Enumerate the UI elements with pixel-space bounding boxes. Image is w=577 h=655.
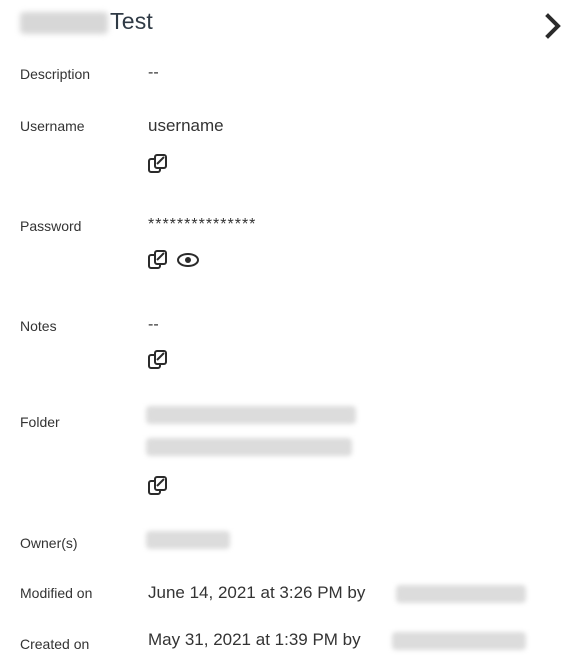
page-title: Test bbox=[110, 8, 153, 34]
chevron-right-icon[interactable] bbox=[541, 12, 565, 40]
description-label: Description bbox=[20, 66, 91, 82]
owners-label: Owner(s) bbox=[20, 535, 78, 551]
notes-value: -- bbox=[148, 316, 159, 333]
redacted-folder-line-1 bbox=[146, 406, 356, 424]
redacted-title-prefix bbox=[20, 12, 108, 34]
redacted-folder-line-2 bbox=[146, 438, 352, 456]
notes-label: Notes bbox=[20, 318, 57, 334]
password-value: *************** bbox=[148, 216, 257, 233]
modified-value: June 14, 2021 at 3:26 PM by bbox=[148, 583, 366, 602]
username-label: Username bbox=[20, 118, 85, 134]
redacted-owner bbox=[146, 531, 230, 549]
eye-icon[interactable] bbox=[176, 248, 200, 272]
copy-folder-icon[interactable] bbox=[146, 474, 170, 498]
folder-label: Folder bbox=[20, 414, 60, 430]
created-label: Created on bbox=[20, 636, 90, 652]
password-label: Password bbox=[20, 218, 82, 234]
redacted-created-by bbox=[392, 632, 526, 650]
copy-password-icon[interactable] bbox=[146, 248, 170, 272]
username-value: username bbox=[148, 116, 224, 135]
modified-label: Modified on bbox=[20, 585, 93, 601]
created-value: May 31, 2021 at 1:39 PM by bbox=[148, 630, 361, 649]
record-header: Test bbox=[0, 0, 577, 52]
copy-username-icon[interactable] bbox=[146, 152, 170, 176]
copy-notes-icon[interactable] bbox=[146, 348, 170, 372]
description-value: -- bbox=[148, 64, 159, 81]
redacted-modified-by bbox=[396, 585, 526, 603]
